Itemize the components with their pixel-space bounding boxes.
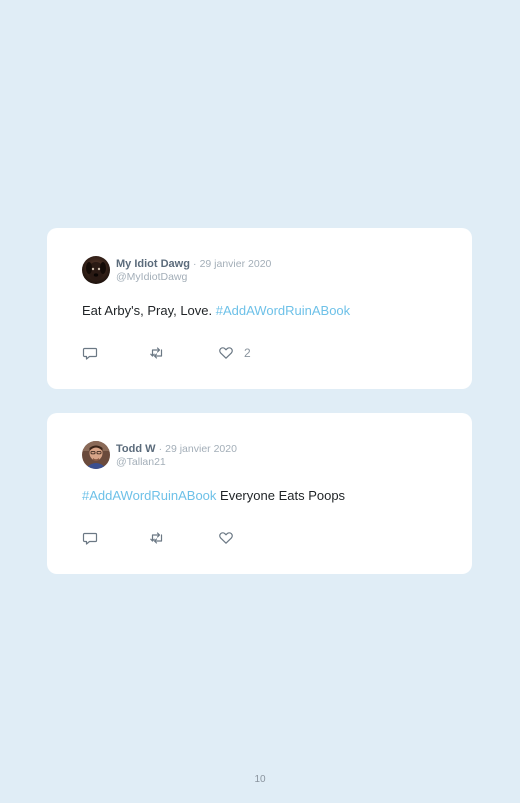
reply-icon	[82, 347, 98, 360]
person-avatar-icon	[82, 441, 110, 469]
separator: ·	[158, 443, 163, 455]
hashtag-link[interactable]: #AddAWordRuinABook	[82, 488, 216, 503]
retweet-button[interactable]	[149, 345, 165, 361]
avatar[interactable]	[82, 256, 110, 284]
dog-avatar-icon	[82, 256, 110, 284]
like-button[interactable]	[218, 530, 244, 546]
tweet-card[interactable]: My Idiot Dawg · 29 janvier 2020 @MyIdiot…	[47, 228, 472, 389]
tweet-date[interactable]: 29 janvier 2020	[200, 258, 272, 270]
hashtag-link[interactable]: #AddAWordRuinABook	[216, 303, 350, 318]
display-name[interactable]: My Idiot Dawg	[116, 258, 190, 270]
display-name[interactable]: Todd W	[116, 443, 156, 455]
tweet-text-before: Eat Arby's, Pray, Love.	[82, 303, 216, 318]
heart-icon	[219, 532, 233, 544]
reply-button[interactable]	[82, 345, 98, 361]
separator: ·	[193, 258, 197, 270]
retweet-icon	[150, 532, 163, 544]
like-count: 2	[244, 346, 251, 360]
user-handle[interactable]: @Tallan21	[116, 456, 166, 468]
name-line: My Idiot Dawg · 29 janvier 2020	[116, 258, 271, 271]
name-line: Todd W · 29 janvier 2020	[116, 443, 237, 456]
tweet-card[interactable]: Todd W · 29 janvier 2020 @Tallan21 #AddA…	[47, 413, 472, 574]
heart-icon	[219, 347, 233, 359]
avatar[interactable]	[82, 441, 110, 469]
reply-icon	[82, 532, 98, 545]
page-number: 10	[254, 774, 266, 785]
retweet-icon	[150, 347, 163, 359]
reply-button[interactable]	[82, 530, 98, 546]
retweet-button[interactable]	[149, 530, 165, 546]
like-button[interactable]: 2	[218, 345, 251, 361]
tweet-text: Eat Arby's, Pray, Love. #AddAWordRuinABo…	[82, 303, 350, 319]
tweet-date[interactable]: 29 janvier 2020	[165, 443, 237, 455]
tweet-text-after: Everyone Eats Poops	[216, 488, 346, 503]
tweet-text: #AddAWordRuinABook Everyone Eats Poops	[82, 488, 345, 504]
user-handle[interactable]: @MyIdiotDawg	[116, 271, 187, 283]
